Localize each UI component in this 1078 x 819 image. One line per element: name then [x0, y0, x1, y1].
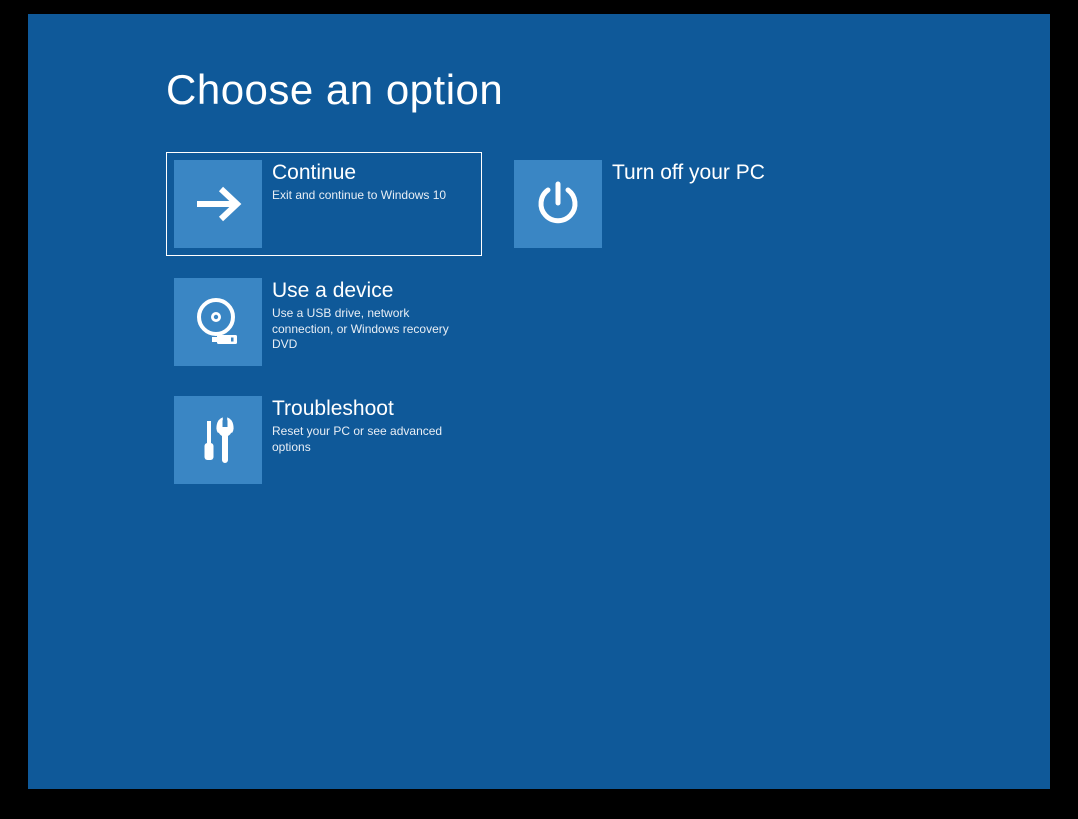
continue-title: Continue	[272, 160, 446, 185]
continue-text: Continue Exit and continue to Windows 10	[262, 160, 446, 248]
page-title: Choose an option	[166, 66, 822, 114]
arrow-right-icon	[174, 160, 262, 248]
use-device-title: Use a device	[272, 278, 472, 303]
options-col-1: Continue Exit and continue to Windows 10	[166, 152, 482, 492]
content: Choose an option Continue Exit	[166, 66, 822, 492]
continue-tile[interactable]: Continue Exit and continue to Windows 10	[166, 152, 482, 256]
options-col-2: Turn off your PC	[506, 152, 822, 492]
use-device-desc: Use a USB drive, network connection, or …	[272, 306, 472, 353]
recovery-screen: Choose an option Continue Exit	[28, 14, 1050, 789]
troubleshoot-title: Troubleshoot	[272, 396, 472, 421]
turn-off-text: Turn off your PC	[602, 160, 765, 248]
turn-off-tile[interactable]: Turn off your PC	[506, 152, 822, 256]
tools-icon	[174, 396, 262, 484]
use-device-tile[interactable]: Use a device Use a USB drive, network co…	[166, 270, 482, 374]
options-grid: Continue Exit and continue to Windows 10	[166, 152, 822, 492]
troubleshoot-tile[interactable]: Troubleshoot Reset your PC or see advanc…	[166, 388, 482, 492]
troubleshoot-text: Troubleshoot Reset your PC or see advanc…	[262, 396, 472, 484]
disc-usb-icon	[174, 278, 262, 366]
power-icon	[514, 160, 602, 248]
turn-off-title: Turn off your PC	[612, 160, 765, 185]
continue-desc: Exit and continue to Windows 10	[272, 188, 446, 204]
use-device-text: Use a device Use a USB drive, network co…	[262, 278, 472, 366]
troubleshoot-desc: Reset your PC or see advanced options	[272, 424, 472, 455]
